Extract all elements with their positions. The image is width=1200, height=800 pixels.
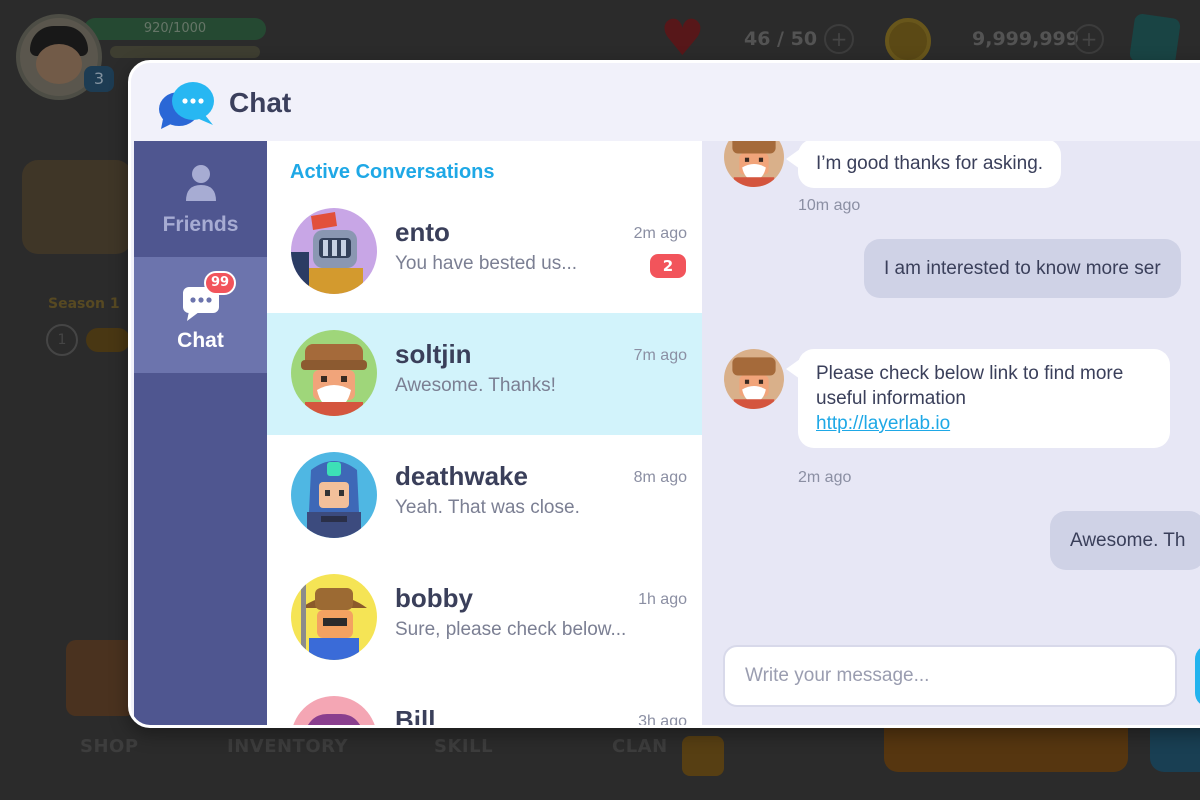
message-link[interactable]: http://layerlab.io <box>816 411 1152 436</box>
conversation-item[interactable]: soltjin 7m ago Awesome. Thanks! <box>267 313 702 435</box>
message-time: 2m ago <box>798 469 852 486</box>
conversation-item[interactable]: bobby 1h ago Sure, please check below... <box>267 557 702 679</box>
sidebar: Friends 99 Chat <box>134 141 267 725</box>
outgoing-message: I am interested to know more ser <box>864 239 1181 298</box>
message-time: 10m ago <box>798 197 861 214</box>
conversation-preview: Sure, please check below... <box>395 619 627 640</box>
conversation-time: 1h ago <box>638 591 687 608</box>
chat-window: Chat Friends 99 Chat Active Conversation… <box>128 60 1200 728</box>
conversation-name: Bill <box>395 705 436 728</box>
send-button[interactable] <box>1195 645 1200 707</box>
unread-badge: 2 <box>650 254 686 278</box>
purple-avatar <box>291 696 377 725</box>
conversation-item[interactable]: ento 2m ago You have bested us... 2 <box>267 191 702 313</box>
sidebar-item-label: Chat <box>177 329 224 352</box>
conversation-name: ento <box>395 217 450 247</box>
conversation-name: bobby <box>395 583 473 613</box>
sender-avatar <box>724 349 784 409</box>
conversation-time: 8m ago <box>633 469 687 486</box>
conversation-preview: Awesome. Thanks! <box>395 375 556 396</box>
message-pane: I’m good thanks for asking. 10m ago I am… <box>702 141 1200 725</box>
window-header: Chat <box>131 63 1200 141</box>
knight-avatar <box>291 208 377 294</box>
window-title: Chat <box>229 87 292 118</box>
outgoing-message: Awesome. Th <box>1050 511 1200 570</box>
old-man-avatar <box>291 330 377 416</box>
farmer-avatar <box>291 574 377 660</box>
conversation-time: 7m ago <box>633 347 687 364</box>
sender-avatar <box>724 141 784 187</box>
sidebar-item-chat[interactable]: 99 Chat <box>134 257 267 373</box>
conversation-name: deathwake <box>395 461 528 491</box>
message-line: useful information <box>816 388 966 409</box>
conversation-item[interactable]: Bill 3h ago <box>267 679 702 728</box>
incoming-message: Please check below link to find more use… <box>786 349 1170 448</box>
chat-bubbles-icon <box>159 82 214 129</box>
conversation-name: soltjin <box>395 339 472 369</box>
blue-helmet-avatar <box>291 452 377 538</box>
conversation-list-heading: Active Conversations <box>290 161 495 183</box>
chat-badge: 99 <box>204 271 236 295</box>
person-icon <box>185 165 216 201</box>
conversation-time: 3h ago <box>638 713 687 728</box>
message-input[interactable] <box>723 645 1177 707</box>
conversation-list: Active Conversations ento 2m ago You hav… <box>267 141 702 728</box>
conversation-preview: Yeah. That was close. <box>395 497 580 518</box>
sidebar-item-label: Friends <box>162 213 239 236</box>
conversation-preview: You have bested us... <box>395 253 578 274</box>
conversation-time: 2m ago <box>633 225 687 242</box>
sidebar-item-friends[interactable]: Friends <box>134 141 267 257</box>
message-line: Please check below link to find more <box>816 363 1124 384</box>
conversation-item[interactable]: deathwake 8m ago Yeah. That was close. <box>267 435 702 557</box>
incoming-message: I’m good thanks for asking. <box>785 141 1062 188</box>
